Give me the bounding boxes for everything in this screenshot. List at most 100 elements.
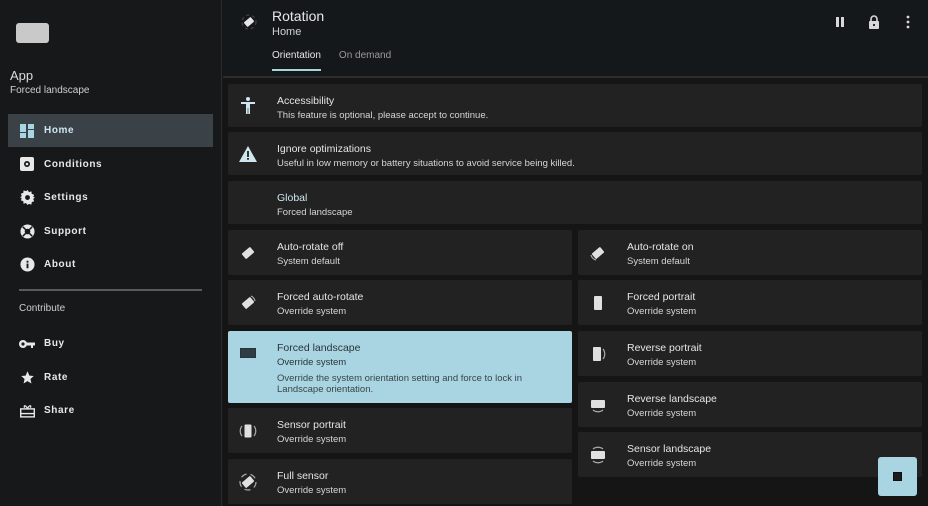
card-title: Reverse landscape [627, 393, 717, 405]
card-subtitle: Override system [277, 485, 347, 496]
landscape-icon [238, 343, 258, 363]
card-subtitle: System default [627, 256, 690, 267]
dashboard-icon [18, 122, 36, 140]
orientation-reverse-landscape[interactable]: Reverse landscape Override system [578, 382, 922, 427]
card-title: Full sensor [277, 470, 329, 482]
orientation-forced-portrait[interactable]: Forced portrait Override system [578, 280, 922, 325]
sensor-landscape-icon [588, 445, 608, 465]
card-subtitle: Override system [627, 357, 697, 368]
orientation-forced-landscape[interactable]: Forced landscape Override system Overrid… [228, 331, 572, 403]
sidebar-item-label: About [44, 259, 76, 270]
tab-on-demand[interactable]: On demand [339, 50, 391, 71]
card-title: Forced auto-rotate [277, 291, 364, 303]
sidebar-item-label: Conditions [44, 158, 103, 170]
card-title: Forced landscape [277, 342, 361, 354]
warning-icon [238, 144, 258, 164]
lifebuoy-icon [18, 222, 36, 240]
tab-orientation[interactable]: Orientation [272, 50, 321, 71]
stop-service-fab[interactable] [878, 457, 917, 496]
global-card[interactable]: Global Forced landscape [228, 181, 922, 224]
conditions-icon [18, 155, 36, 173]
card-subtitle: System default [277, 256, 340, 267]
orientation-reverse-portrait[interactable]: Reverse portrait Override system [578, 331, 922, 376]
reverse-landscape-icon [588, 395, 608, 415]
app-title: App [10, 68, 34, 83]
card-subtitle: Useful in low memory or battery situatio… [277, 158, 575, 169]
card-subtitle: Override system [627, 306, 697, 317]
top-app-bar: Rotation Home Orientation On demand [223, 0, 928, 78]
sidebar-nav: Home Conditions Settings Support About C… [8, 114, 213, 428]
lock-icon [869, 15, 879, 29]
sidebar-item-conditions[interactable]: Conditions [8, 148, 213, 181]
card-title: Sensor landscape [627, 443, 712, 455]
card-description: Override the system orientation setting … [277, 373, 523, 395]
star-icon [18, 368, 36, 386]
app-logo [16, 23, 49, 43]
sidebar-item-rate[interactable]: Rate [8, 361, 213, 394]
orientation-auto-rotate-on[interactable]: Auto-rotate on System default [578, 230, 922, 275]
card-title: Sensor portrait [277, 419, 346, 431]
sidebar-item-about[interactable]: About [8, 248, 213, 281]
stop-icon [893, 472, 902, 481]
accessibility-card[interactable]: Accessibility This feature is optional, … [228, 84, 922, 127]
orientation-full-sensor[interactable]: Full sensor Override system [228, 459, 572, 504]
card-title: Accessibility [277, 95, 335, 107]
info-icon [18, 256, 36, 274]
gear-icon [18, 189, 36, 207]
portrait-icon [588, 293, 608, 313]
sidebar-item-label: Rate [44, 371, 69, 383]
app-subtitle: Forced landscape [10, 85, 90, 96]
card-title: Ignore optimizations [277, 143, 371, 155]
sidebar-item-label: Share [44, 405, 75, 416]
sidebar-item-label: Settings [44, 192, 89, 203]
card-subtitle: This feature is optional, please accept … [277, 110, 489, 121]
header-actions [830, 12, 918, 32]
lock-button[interactable] [864, 12, 884, 32]
tab-bar: Orientation On demand [272, 50, 391, 71]
sidebar-divider [19, 289, 202, 291]
sensor-portrait-icon [238, 421, 258, 441]
orientation-auto-rotate-off[interactable]: Auto-rotate off System default [228, 230, 572, 275]
more-options-button[interactable] [898, 12, 918, 32]
card-title: Global [277, 192, 308, 204]
pause-icon [836, 17, 844, 27]
card-subtitle: Override system [277, 357, 347, 368]
gift-icon [18, 402, 36, 420]
card-subtitle: Override system [277, 306, 347, 317]
sidebar-section-label: Contribute [19, 303, 66, 314]
card-subtitle: Forced landscape [277, 207, 353, 218]
card-subtitle: Override system [627, 408, 697, 419]
sidebar: App Forced landscape Home Conditions Set… [0, 0, 222, 506]
ignore-optimizations-card[interactable]: Ignore optimizations Useful in low memor… [228, 132, 922, 175]
card-title: Auto-rotate on [627, 241, 694, 253]
card-title: Auto-rotate off [277, 241, 344, 253]
sidebar-item-label: Support [44, 225, 87, 237]
sidebar-item-label: Home [44, 125, 75, 136]
sidebar-item-label: Buy [44, 338, 65, 349]
card-title: Forced portrait [627, 291, 696, 303]
sidebar-item-home[interactable]: Home [8, 114, 213, 147]
main-content: Accessibility This feature is optional, … [223, 80, 928, 506]
orientation-forced-auto-rotate[interactable]: Forced auto-rotate Override system [228, 280, 572, 325]
sidebar-item-buy[interactable]: Buy [8, 327, 213, 360]
pause-button[interactable] [830, 12, 850, 32]
app-root: App Forced landscape Home Conditions Set… [0, 0, 928, 506]
card-subtitle: Override system [627, 458, 697, 469]
page-title: Rotation [272, 8, 325, 24]
accessibility-icon [238, 96, 258, 116]
orientation-sensor-portrait[interactable]: Sensor portrait Override system [228, 408, 572, 453]
orientation-sensor-landscape[interactable]: Sensor landscape Override system [578, 432, 922, 477]
sidebar-item-share[interactable]: Share [8, 394, 213, 427]
card-subtitle: Override system [277, 434, 347, 445]
key-icon [18, 335, 36, 353]
full-sensor-icon [238, 472, 258, 492]
sidebar-item-settings[interactable]: Settings [8, 181, 213, 214]
more-vert-icon [906, 15, 910, 29]
page-subtitle: Home [272, 26, 302, 38]
reverse-portrait-icon [588, 344, 608, 364]
screen-rotation-off-icon [238, 243, 258, 263]
rotation-app-icon [239, 12, 259, 32]
screen-rotation-forced-icon [238, 293, 258, 313]
sidebar-item-support[interactable]: Support [8, 215, 213, 248]
card-title: Reverse portrait [627, 342, 702, 354]
